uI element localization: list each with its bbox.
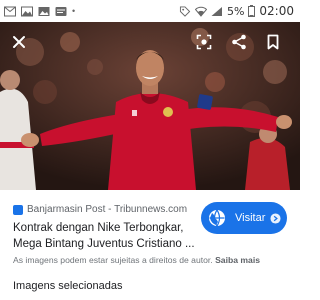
image-preview[interactable] (0, 22, 300, 190)
close-icon (13, 36, 25, 48)
more-dots-icon: • (72, 6, 77, 16)
signal-icon (211, 6, 222, 16)
gmail-icon (4, 6, 16, 16)
clock: 02:00 (259, 4, 294, 18)
battery-percent: 5% (226, 4, 245, 18)
globe-icon (207, 208, 227, 228)
copyright-notice: As imagens podem estar sujeitas a direit… (13, 255, 260, 265)
image-icon (21, 6, 33, 16)
player-photo (0, 22, 300, 190)
selected-images-heading: Imagens selecionadas (13, 280, 123, 292)
visit-button[interactable]: Visitar (201, 202, 287, 234)
title-line-2: Mega Bintang Juventus Cristiano ... (13, 238, 195, 250)
learn-more-link[interactable]: Saiba mais (215, 255, 260, 265)
share-icon (232, 34, 246, 50)
bookmark-icon (267, 34, 279, 50)
open-arrow-icon (270, 212, 281, 224)
share-button[interactable] (225, 28, 253, 56)
source-name: Banjarmasin Post - Tribunnews.com (27, 204, 188, 215)
title-line-1: Kontrak dengan Nike Terbongkar, (13, 222, 184, 234)
image-info-panel: Banjarmasin Post - Tribunnews.com Kontra… (0, 190, 300, 300)
result-title[interactable]: Kontrak dengan Nike Terbongkar, Mega Bin… (13, 220, 198, 252)
photo-icon (38, 6, 50, 16)
system-icons: 5% 02:00 (179, 4, 294, 18)
site-favicon-icon (13, 204, 23, 215)
lens-icon (196, 34, 212, 50)
bookmark-button[interactable] (259, 28, 287, 56)
status-bar: • 5% 02:00 (0, 0, 300, 22)
rights-text: As imagens podem estar sujeitas a direit… (13, 255, 213, 265)
visit-label: Visitar (235, 212, 266, 224)
battery-icon (248, 5, 256, 17)
tag-icon (179, 5, 191, 17)
source-row[interactable]: Banjarmasin Post - Tribunnews.com (13, 204, 187, 215)
lens-button[interactable] (190, 28, 218, 56)
message-icon (55, 6, 67, 16)
notification-icons: • (4, 6, 76, 17)
wifi-icon (194, 6, 207, 17)
close-button[interactable] (5, 28, 33, 56)
